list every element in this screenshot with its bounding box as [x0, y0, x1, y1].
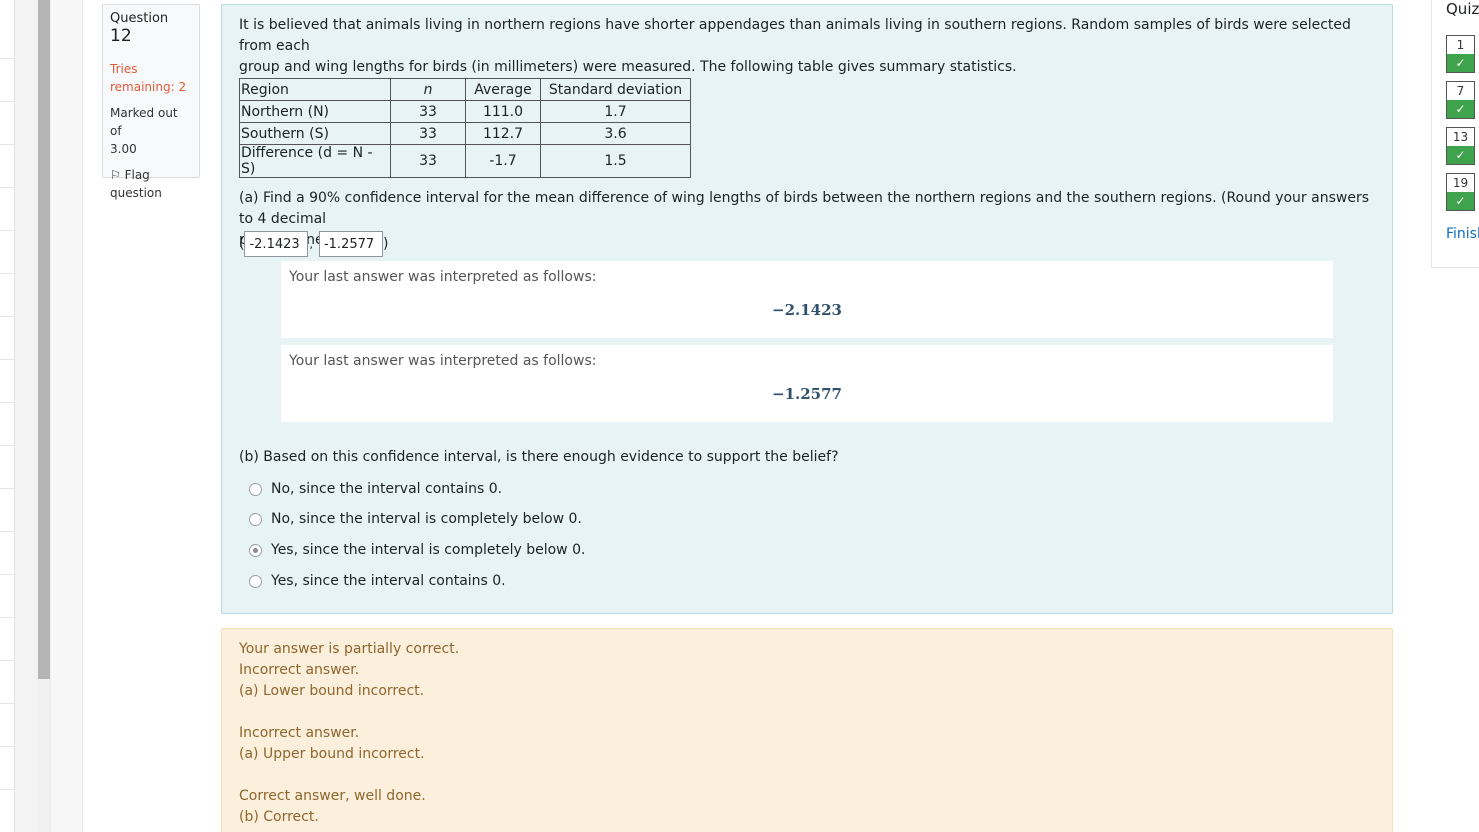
interpretation-lower: Your last answer was interpreted as foll…: [281, 261, 1333, 338]
table-cell: 1.5: [540, 144, 691, 178]
nav-number: 13: [1452, 130, 1469, 144]
close-paren: ): [382, 236, 389, 252]
check-icon: ✓: [1447, 192, 1474, 210]
interpretation-label: Your last answer was interpreted as foll…: [289, 269, 597, 285]
nav-number: 7: [1456, 84, 1465, 98]
table-cell: 33: [390, 122, 466, 145]
interpretation-value: −2.1423: [772, 301, 842, 319]
nav-number: 19: [1452, 176, 1469, 190]
interpretation-label: Your last answer was interpreted as foll…: [289, 353, 597, 369]
question-text: It is believed that animals living in no…: [239, 17, 1351, 75]
feedback-line: Incorrect answer.: [239, 725, 360, 741]
interpretation-value: −1.2577: [772, 385, 842, 403]
radio-button[interactable]: [249, 482, 262, 496]
summary-statistics-table: Region n Average Standard deviation Nort…: [239, 78, 691, 178]
feedback-line: Incorrect answer.: [239, 662, 360, 678]
radio-button-selected[interactable]: [249, 543, 262, 557]
upper-bound-input[interactable]: [318, 231, 383, 257]
scrollbar-thumb[interactable]: [38, 0, 50, 679]
feedback-line: Correct answer, well done.: [239, 788, 426, 804]
check-icon: ✓: [1447, 54, 1474, 72]
check-icon: ✓: [1447, 100, 1474, 118]
table-cell: 111.0: [465, 100, 541, 123]
feedback-box: Your answer is partially correct. Incorr…: [221, 628, 1393, 832]
quiz-navigation-title: Quiz: [1446, 0, 1479, 18]
table-header-row: Region n Average Standard deviation: [239, 78, 691, 101]
question-content: It is believed that animals living in no…: [221, 4, 1393, 614]
feedback-line: Your answer is partially correct.: [239, 641, 460, 657]
flag-question-link[interactable]: ⚐ Flag question: [110, 166, 192, 202]
nav-question-19[interactable]: 19 ✓: [1446, 173, 1475, 211]
table-cell: Difference (d = N - S): [239, 144, 391, 178]
lower-bound-input[interactable]: [244, 231, 309, 257]
left-padding: [51, 0, 83, 832]
nav-question-7[interactable]: 7 ✓: [1446, 81, 1475, 119]
nav-question-13[interactable]: 13 ✓: [1446, 127, 1475, 165]
table-cell: 1.7: [540, 100, 691, 123]
table-header: Region: [239, 78, 391, 101]
option-yes-contains-zero[interactable]: Yes, since the interval contains 0.: [249, 573, 506, 589]
table-row: Southern (S) 33 112.7 3.6: [239, 122, 691, 145]
radio-button[interactable]: [249, 574, 262, 588]
left-panel-strip: [0, 0, 15, 832]
flag-icon: ⚐: [110, 168, 121, 182]
nav-question-1[interactable]: 1 ✓: [1446, 35, 1475, 73]
option-no-contains-zero[interactable]: No, since the interval contains 0.: [249, 481, 502, 497]
table-row: Difference (d = N - S) 33 -1.7 1.5: [239, 144, 691, 178]
table-header: n: [390, 78, 466, 101]
interval-answer: ( , ): [239, 231, 388, 257]
part-a-prompt: (a) Find a 90% confidence interval for t…: [239, 190, 1369, 248]
feedback-line: (b) Correct.: [239, 809, 319, 825]
question-info: Question 12 Tries remaining: 2 Marked ou…: [102, 4, 200, 200]
check-icon: ✓: [1447, 146, 1474, 164]
tries-remaining: Tries remaining: 2: [110, 62, 187, 94]
comma-separator: ,: [309, 237, 313, 251]
question-number: Question 12: [110, 11, 169, 46]
feedback-line: (a) Upper bound incorrect.: [239, 746, 425, 762]
option-label: Yes, since the interval is completely be…: [271, 542, 586, 558]
table-cell: -1.7: [465, 144, 541, 178]
table-header: Standard deviation: [540, 78, 691, 101]
part-b-prompt: (b) Based on this confidence interval, i…: [239, 449, 839, 465]
left-gutter: [15, 0, 37, 832]
table-header: Average: [465, 78, 541, 101]
marked-out-of: Marked out of 3.00: [110, 106, 178, 156]
option-label: No, since the interval is completely bel…: [271, 511, 582, 527]
table-cell: 33: [390, 144, 466, 178]
feedback-line: (a) Lower bound incorrect.: [239, 683, 425, 699]
radio-button[interactable]: [249, 512, 262, 526]
option-label: No, since the interval contains 0.: [271, 481, 503, 497]
option-yes-below-zero[interactable]: Yes, since the interval is completely be…: [249, 542, 585, 558]
table-row: Northern (N) 33 111.0 1.7: [239, 100, 691, 123]
option-label: Yes, since the interval contains 0.: [271, 573, 506, 589]
table-cell: 33: [390, 100, 466, 123]
nav-number: 1: [1456, 38, 1465, 52]
table-cell: 112.7: [465, 122, 541, 145]
table-cell: 3.6: [540, 122, 691, 145]
table-cell: Northern (N): [239, 100, 391, 123]
option-no-below-zero[interactable]: No, since the interval is completely bel…: [249, 511, 582, 527]
interpretation-upper: Your last answer was interpreted as foll…: [281, 345, 1333, 422]
finish-attempt-link[interactable]: Finish: [1446, 226, 1479, 242]
table-cell: Southern (S): [239, 122, 391, 145]
